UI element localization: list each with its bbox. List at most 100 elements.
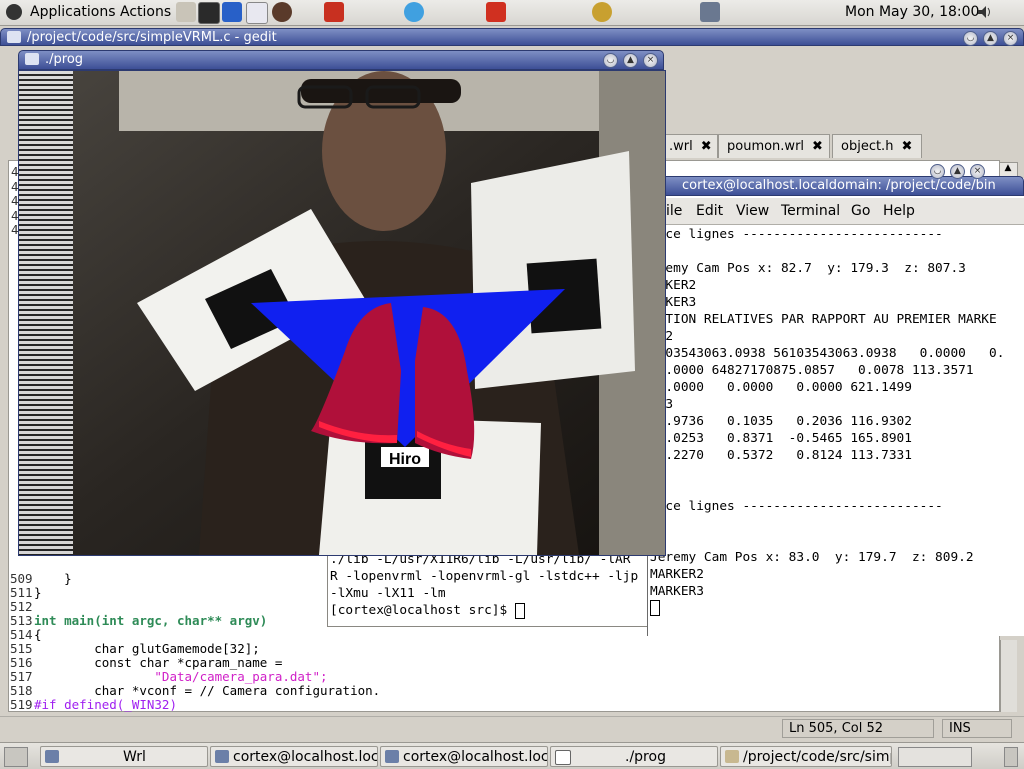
terminal-bin-window-controls: ◡ ▲ × xyxy=(930,164,1000,179)
mail-icon[interactable] xyxy=(246,2,268,24)
terminal-icon[interactable] xyxy=(198,2,220,24)
person-hair xyxy=(301,79,461,103)
top-panel: Applications Actions Mon May 30, 18:00 xyxy=(0,0,1024,26)
insert-mode: INS xyxy=(942,719,1012,738)
terminal-line: RK3 xyxy=(650,396,1024,413)
window-icon xyxy=(555,750,571,765)
terminal-cursor-line xyxy=(650,600,1024,617)
writer-icon[interactable] xyxy=(222,2,242,22)
maximize-button[interactable]: ▲ xyxy=(950,164,965,179)
close-tab-icon[interactable]: ✖ xyxy=(701,139,712,154)
terminal-line: ARKER2 xyxy=(650,278,697,293)
terminal-line: 0.0000 0.0000 0.0000 621.1499 xyxy=(650,380,912,395)
home-icon[interactable] xyxy=(176,2,196,22)
menu-terminal[interactable]: Terminal xyxy=(781,203,840,219)
terminal-line: -lXmu -lX11 -lm xyxy=(330,586,446,601)
hiro-marker-text: Hiro xyxy=(389,451,421,468)
menu-help[interactable]: Help xyxy=(883,203,915,219)
gedit-title: /project/code/src/simpleVRML.c - gedit xyxy=(27,30,277,45)
minimize-button[interactable]: ◡ xyxy=(603,53,618,68)
tab-poumon[interactable]: poumon.wrl ✖ xyxy=(718,134,830,158)
prog-titlebar[interactable]: ./prog ◡ ▲ × xyxy=(18,50,664,70)
workspace-switcher[interactable] xyxy=(898,747,972,767)
taskbar-item-prog[interactable]: ./prog xyxy=(550,746,718,767)
close-tab-icon[interactable]: ✖ xyxy=(901,139,912,154)
ar-camera-view[interactable]: Hiro xyxy=(18,70,666,556)
tab-label: object.h xyxy=(841,139,894,154)
gnome-foot-icon[interactable] xyxy=(6,4,22,20)
tab-object-h[interactable]: object.h ✖ xyxy=(832,134,922,158)
ar-scene: Hiro xyxy=(19,71,665,555)
clock-app-icon[interactable] xyxy=(592,2,612,22)
taskbar-item-terminal-2[interactable]: cortex@localhost.local xyxy=(380,746,548,767)
volume-icon[interactable] xyxy=(976,4,992,20)
applications-menu[interactable]: Applications xyxy=(30,4,116,20)
terminal-cursor xyxy=(514,602,525,619)
prog-window-icon[interactable] xyxy=(25,53,39,65)
editor-scrollbar[interactable] xyxy=(1000,640,1017,712)
code-line: 519#if defined(_WIN32) xyxy=(10,698,177,712)
terminal-cursor xyxy=(650,600,660,616)
taskbar-item-wrl[interactable]: Wrl xyxy=(40,746,208,767)
tab-label: poumon.wrl xyxy=(727,139,805,154)
taskbar-label: /project/code/src/simpl xyxy=(743,749,892,765)
code-line: 512 xyxy=(10,600,34,614)
clock[interactable]: Mon May 30, 18:00 xyxy=(845,4,979,20)
line-number: 516 xyxy=(10,655,33,670)
logout-icon[interactable] xyxy=(324,2,344,22)
tab-wrl[interactable]: .wrl ✖ xyxy=(660,134,718,158)
trash-icon[interactable] xyxy=(1004,747,1018,767)
terminal-line: eremy Cam Pos x: 82.7 y: 179.3 z: 807.3 xyxy=(650,261,966,276)
code-text: char glutGamemode[32]; xyxy=(34,641,260,656)
taskbar-item-terminal-1[interactable]: cortex@localhost.local xyxy=(210,746,378,767)
terminal-src-window[interactable]: ./lib -L/usr/X11R6/lib -L/usr/lib/ -lAR … xyxy=(327,548,649,627)
line-number: 513 xyxy=(10,613,33,628)
menu-file[interactable]: ile xyxy=(666,203,682,219)
terminal-line: race lignes -------------------------- xyxy=(650,227,943,242)
gedit-window-icon[interactable] xyxy=(7,31,21,43)
minimize-button[interactable]: ◡ xyxy=(963,31,978,46)
line-number: 514 xyxy=(10,627,33,642)
terminal-line: 0.2270 0.5372 0.8124 113.7331 xyxy=(650,448,912,463)
messenger-icon[interactable] xyxy=(404,2,424,22)
terminal-line: RK2 xyxy=(650,328,1024,345)
close-button[interactable]: × xyxy=(1003,31,1018,46)
maximize-button[interactable]: ▲ xyxy=(623,53,638,68)
show-desktop-icon[interactable] xyxy=(4,747,28,767)
terminal-bin-titlebar[interactable]: cortex@localhost.localdomain: /project/c… xyxy=(647,176,1024,196)
gedit-statusbar: Ln 505, Col 52 INS xyxy=(0,716,1024,741)
pdf-icon[interactable] xyxy=(486,2,506,22)
cursor-position: Ln 505, Col 52 xyxy=(782,719,934,738)
tab-label: .wrl xyxy=(669,139,693,154)
code-line: 515 char glutGamemode[32]; xyxy=(10,642,260,656)
prog-title: ./prog xyxy=(45,52,84,67)
code-text: const char *cparam_name = xyxy=(34,655,283,670)
bug-icon[interactable] xyxy=(272,2,292,22)
close-button[interactable]: × xyxy=(643,53,658,68)
taskbar-label: cortex@localhost.local xyxy=(233,749,378,765)
taskbar-item-gedit[interactable]: /project/code/src/simpl xyxy=(720,746,892,767)
terminal-bin-title: cortex@localhost.localdomain: /project/c… xyxy=(682,178,996,193)
menu-go[interactable]: Go xyxy=(851,203,870,219)
taskbar-label: ./prog xyxy=(625,749,666,765)
minimize-button[interactable]: ◡ xyxy=(930,164,945,179)
menu-edit[interactable]: Edit xyxy=(696,203,723,219)
actions-menu[interactable]: Actions xyxy=(120,4,171,20)
close-button[interactable]: × xyxy=(970,164,985,179)
terminal-bin-window[interactable]: race lignes -------------------------- e… xyxy=(647,178,1024,636)
taskbar: Wrl cortex@localhost.local cortex@localh… xyxy=(0,742,1024,769)
gedit-titlebar[interactable]: /project/code/src/simpleVRML.c - gedit ◡… xyxy=(0,28,1024,46)
maximize-button[interactable]: ▲ xyxy=(983,31,998,46)
code-line: 511} xyxy=(10,586,42,600)
code-line: 513int main(int argc, char** argv) xyxy=(10,614,267,628)
menu-view[interactable]: View xyxy=(736,203,769,219)
close-tab-icon[interactable]: ✖ xyxy=(812,139,823,154)
network-icon[interactable] xyxy=(700,2,720,22)
taskbar-label: Wrl xyxy=(123,749,146,765)
window-blinds xyxy=(19,71,73,555)
terminal-line: 0.9736 0.1035 0.2036 116.9302 xyxy=(650,414,912,429)
terminal-line: MARKER3 xyxy=(650,584,704,599)
